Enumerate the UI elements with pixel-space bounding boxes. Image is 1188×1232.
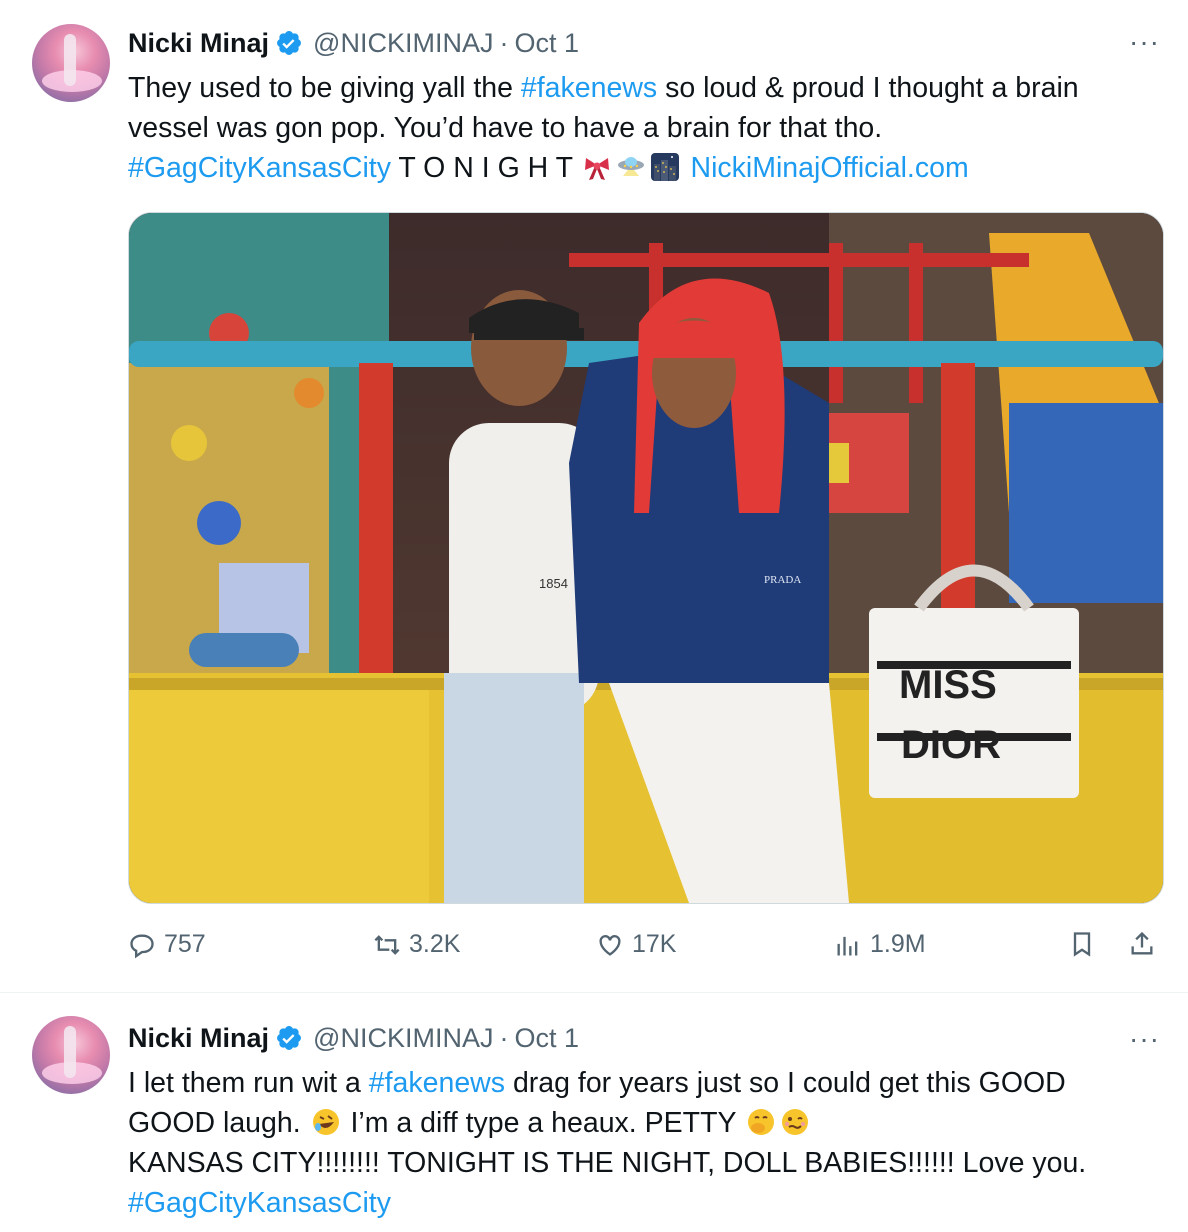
more-options-icon[interactable]: ··· (1129, 1023, 1160, 1055)
bag-text-2: DIOR (901, 723, 1001, 767)
tweet-date[interactable]: Oct 1 (514, 28, 579, 59)
text-segment: GOOD laugh. (128, 1107, 309, 1139)
like-button[interactable]: 17K (596, 930, 676, 959)
avatar[interactable] (32, 24, 110, 102)
hashtag-link[interactable]: #GagCityKansasCity (128, 1187, 391, 1219)
views-count: 1.9M (870, 930, 926, 958)
reply-icon (130, 934, 154, 958)
more-options-icon[interactable]: ··· (1129, 26, 1160, 58)
tweet-photo[interactable]: MISS DIOR 1854 PRADA (128, 212, 1164, 904)
text-segment: vessel was gon pop. You’d have to have a… (128, 112, 883, 144)
bookmark-icon (1073, 932, 1091, 957)
text-segment: KANSAS CITY!!!!!!!! TONIGHT IS THE NIGHT… (128, 1147, 1087, 1179)
tweet-1[interactable]: Nicki Minaj @NICKIMINAJ · Oct 1 ··· They… (0, 0, 1188, 992)
separator: · (499, 1022, 509, 1053)
share-button[interactable] (1128, 930, 1164, 958)
repost-count: 3.2K (409, 930, 461, 958)
author-name[interactable]: Nicki Minaj (128, 1023, 269, 1054)
hashtag-link[interactable]: #fakenews (521, 72, 657, 104)
verified-badge-icon (277, 31, 302, 55)
verified-badge-icon (277, 1026, 302, 1050)
reply-count: 757 (164, 930, 206, 958)
like-count: 17K (632, 930, 677, 958)
text-segment: They used to be giving yall the (128, 72, 521, 104)
tweet-header: Nicki Minaj @NICKIMINAJ · Oct 1 (128, 26, 579, 60)
repost-icon (374, 934, 400, 955)
author-handle[interactable]: @NICKIMINAJ (313, 1023, 493, 1054)
author-name[interactable]: Nicki Minaj (128, 28, 269, 59)
repost-button[interactable]: 3.2K (373, 930, 460, 959)
separator: · (499, 27, 509, 58)
views-button[interactable]: 1.9M (834, 930, 926, 959)
woozy-emoji (781, 1109, 808, 1135)
tweet-text: I let them run wit a #fakenews drag for … (128, 1063, 1168, 1223)
text-segment: I’m a diff type a heaux. PETTY (342, 1107, 744, 1139)
author-handle[interactable]: @NICKIMINAJ (313, 28, 493, 59)
ufo-emoji (618, 157, 645, 176)
hashtag-link[interactable]: #GagCityKansasCity (128, 152, 391, 184)
avatar[interactable] (32, 1016, 110, 1094)
yawn-emoji (747, 1109, 774, 1135)
bookmark-button[interactable] (1068, 930, 1104, 958)
like-icon (599, 934, 621, 956)
tweet-text: They used to be giving yall the #fakenew… (128, 68, 1168, 188)
tweet-header: Nicki Minaj @NICKIMINAJ · Oct 1 (128, 1021, 579, 1055)
views-icon (837, 936, 858, 955)
city-night-emoji (651, 153, 680, 181)
text-segment: T O N I G H T (390, 152, 581, 184)
tweet-actions: 757 3.2K 17K 1.9M (128, 930, 1162, 970)
website-link[interactable]: NickiMinajOfficial.com (690, 152, 968, 184)
reply-button[interactable]: 757 (128, 930, 206, 959)
text-segment: so loud & proud I thought a brain (657, 72, 1079, 104)
bag-text-1: MISS (899, 663, 997, 707)
photo-illustration: MISS DIOR 1854 PRADA (129, 213, 1163, 903)
ribbon-emoji (585, 158, 610, 180)
text-segment: I let them run wit a (128, 1067, 369, 1099)
tweet-2[interactable]: Nicki Minaj @NICKIMINAJ · Oct 1 ··· I le… (0, 993, 1188, 1232)
jacket-text: PRADA (764, 574, 801, 586)
tweet-date[interactable]: Oct 1 (514, 1023, 579, 1054)
shirt-text: 1854 (539, 576, 568, 591)
rofl-emoji (312, 1109, 339, 1135)
share-icon (1131, 931, 1153, 955)
hashtag-link[interactable]: #fakenews (369, 1067, 505, 1099)
text-segment: drag for years just so I could get this … (505, 1067, 1066, 1099)
